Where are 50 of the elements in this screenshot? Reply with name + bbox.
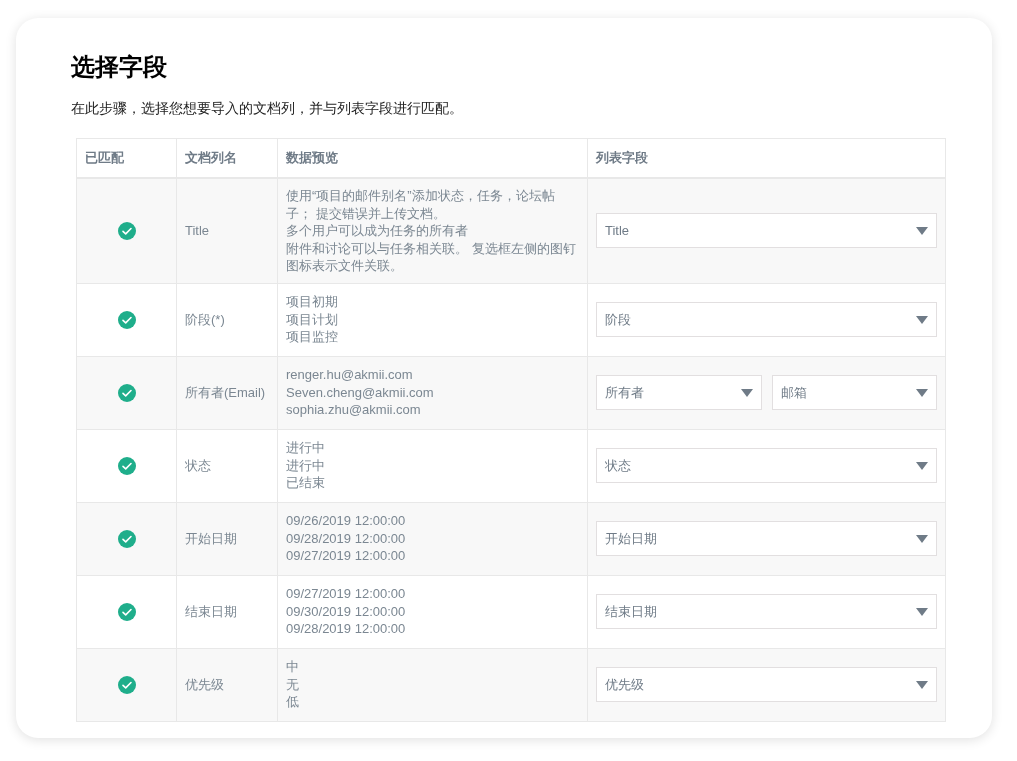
preview-text: 使用“项目的邮件别名”添加状态，任务，论坛帖子； 提交错误并上传文档。 <box>286 187 556 222</box>
page-title: 选择字段 <box>71 52 168 82</box>
caret-down-icon <box>916 607 928 616</box>
column-name: 状态 <box>185 456 211 475</box>
preview-text: 多个用户可以成为任务的所有者 <box>286 222 469 240</box>
dropdown-field[interactable]: Title <box>596 213 937 249</box>
preview-text: 中 <box>286 658 300 676</box>
dropdown-field[interactable]: 优先级 <box>596 667 937 702</box>
preview-text: 项目计划 <box>286 310 339 329</box>
preview-text: 项目初期 <box>286 293 339 311</box>
preview-text: 09/27/2019 12:00:00 <box>286 547 407 565</box>
dropdown-field[interactable]: 阶段 <box>596 302 937 337</box>
column-header: 已匹配 <box>85 149 124 168</box>
preview-text: 已结束 <box>286 474 326 492</box>
column-name: Title <box>185 222 210 240</box>
dropdown-field[interactable]: 开始日期 <box>596 521 937 556</box>
preview-text: sophia.zhu@akmii.com <box>286 401 422 419</box>
caret-down-icon <box>916 461 928 470</box>
caret-down-icon <box>916 388 928 397</box>
preview-text: 09/26/2019 12:00:00 <box>286 512 407 530</box>
description-text: 在此步骤，选择您想要导入的文档列，并与列表字段进行匹配。 <box>71 99 464 118</box>
column-name: 阶段(*) <box>185 310 225 329</box>
caret-down-icon <box>916 226 928 235</box>
caret-down-icon <box>916 315 928 324</box>
dropdown-field[interactable]: 所有者 <box>596 375 762 410</box>
preview-text: 附件和讨论可以与任务相关联。 复选框左侧的图钉图标表示文件关联。 <box>286 239 577 275</box>
preview-text: Seven.cheng@akmii.com <box>286 383 435 402</box>
preview-text: 09/28/2019 12:00:00 <box>286 620 407 638</box>
preview-text: 09/28/2019 12:00:00 <box>286 529 407 548</box>
column-name: 开始日期 <box>185 529 237 548</box>
column-header: 文档列名 <box>185 149 237 168</box>
preview-text: 进行中 <box>286 456 326 475</box>
preview-text: 09/30/2019 12:00:00 <box>286 602 407 621</box>
preview-text: 低 <box>286 693 300 711</box>
preview-text: 09/27/2019 12:00:00 <box>286 585 407 603</box>
dropdown-field[interactable]: 状态 <box>596 448 937 483</box>
caret-down-icon <box>740 388 753 397</box>
caret-down-icon <box>916 534 928 543</box>
preview-text: 无 <box>286 675 300 694</box>
dropdown-field[interactable]: 结束日期 <box>596 594 937 629</box>
column-header: 列表字段 <box>596 149 648 168</box>
column-name: 优先级 <box>185 675 224 694</box>
column-name: 结束日期 <box>185 602 237 621</box>
preview-text: renger.hu@akmii.com <box>286 366 414 384</box>
caret-down-icon <box>916 680 928 689</box>
preview-text: 进行中 <box>286 439 326 457</box>
dropdown-field[interactable]: 邮箱 <box>771 375 937 410</box>
column-header: 数据预览 <box>286 149 338 168</box>
preview-text: 项目监控 <box>286 328 339 346</box>
column-name: 所有者(Email) <box>185 383 266 402</box>
